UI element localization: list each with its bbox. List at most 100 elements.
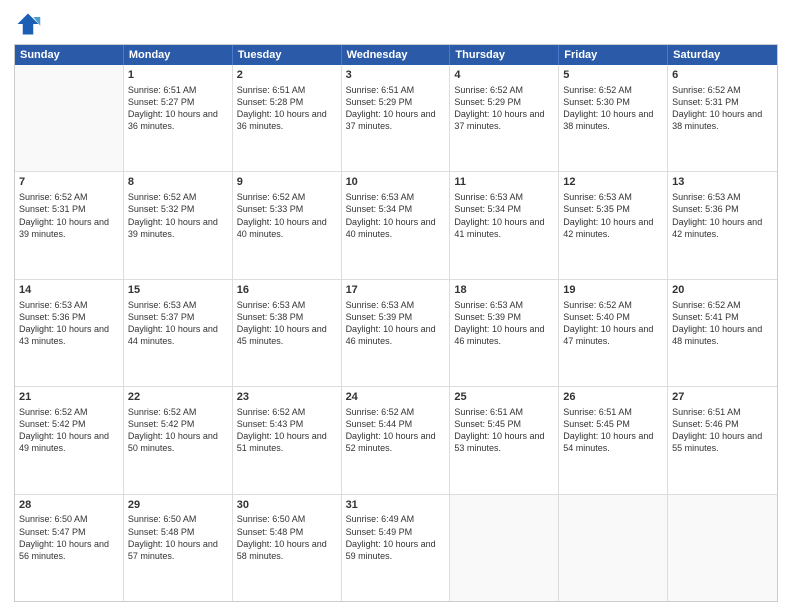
cell-info: Sunrise: 6:51 AM Sunset: 5:45 PM Dayligh… [454, 406, 554, 455]
weekday-header-friday: Friday [559, 45, 668, 65]
calendar-cell: 27Sunrise: 6:51 AM Sunset: 5:46 PM Dayli… [668, 387, 777, 493]
calendar-cell: 3Sunrise: 6:51 AM Sunset: 5:29 PM Daylig… [342, 65, 451, 171]
day-number: 11 [454, 175, 554, 190]
cell-info: Sunrise: 6:51 AM Sunset: 5:45 PM Dayligh… [563, 406, 663, 455]
cell-info: Sunrise: 6:52 AM Sunset: 5:42 PM Dayligh… [19, 406, 119, 455]
day-number: 26 [563, 390, 663, 405]
day-number: 7 [19, 175, 119, 190]
cell-info: Sunrise: 6:50 AM Sunset: 5:47 PM Dayligh… [19, 513, 119, 562]
day-number: 2 [237, 68, 337, 83]
calendar-cell: 28Sunrise: 6:50 AM Sunset: 5:47 PM Dayli… [15, 495, 124, 601]
cell-info: Sunrise: 6:51 AM Sunset: 5:28 PM Dayligh… [237, 84, 337, 133]
calendar-cell: 17Sunrise: 6:53 AM Sunset: 5:39 PM Dayli… [342, 280, 451, 386]
logo-icon [14, 10, 42, 38]
day-number: 20 [672, 283, 773, 298]
calendar-cell [668, 495, 777, 601]
calendar-cell: 24Sunrise: 6:52 AM Sunset: 5:44 PM Dayli… [342, 387, 451, 493]
day-number: 14 [19, 283, 119, 298]
calendar-cell [450, 495, 559, 601]
calendar-cell: 22Sunrise: 6:52 AM Sunset: 5:42 PM Dayli… [124, 387, 233, 493]
cell-info: Sunrise: 6:51 AM Sunset: 5:46 PM Dayligh… [672, 406, 773, 455]
cell-info: Sunrise: 6:53 AM Sunset: 5:37 PM Dayligh… [128, 299, 228, 348]
cell-info: Sunrise: 6:52 AM Sunset: 5:40 PM Dayligh… [563, 299, 663, 348]
cell-info: Sunrise: 6:52 AM Sunset: 5:32 PM Dayligh… [128, 191, 228, 240]
cell-info: Sunrise: 6:52 AM Sunset: 5:31 PM Dayligh… [672, 84, 773, 133]
calendar-cell: 31Sunrise: 6:49 AM Sunset: 5:49 PM Dayli… [342, 495, 451, 601]
day-number: 19 [563, 283, 663, 298]
day-number: 15 [128, 283, 228, 298]
day-number: 12 [563, 175, 663, 190]
weekday-header-saturday: Saturday [668, 45, 777, 65]
calendar-cell: 18Sunrise: 6:53 AM Sunset: 5:39 PM Dayli… [450, 280, 559, 386]
calendar-cell: 16Sunrise: 6:53 AM Sunset: 5:38 PM Dayli… [233, 280, 342, 386]
cell-info: Sunrise: 6:52 AM Sunset: 5:30 PM Dayligh… [563, 84, 663, 133]
calendar-cell: 14Sunrise: 6:53 AM Sunset: 5:36 PM Dayli… [15, 280, 124, 386]
day-number: 28 [19, 498, 119, 513]
cell-info: Sunrise: 6:53 AM Sunset: 5:36 PM Dayligh… [672, 191, 773, 240]
calendar-cell: 12Sunrise: 6:53 AM Sunset: 5:35 PM Dayli… [559, 172, 668, 278]
day-number: 27 [672, 390, 773, 405]
cell-info: Sunrise: 6:50 AM Sunset: 5:48 PM Dayligh… [237, 513, 337, 562]
weekday-header-thursday: Thursday [450, 45, 559, 65]
day-number: 4 [454, 68, 554, 83]
calendar-row-4: 21Sunrise: 6:52 AM Sunset: 5:42 PM Dayli… [15, 387, 777, 494]
day-number: 1 [128, 68, 228, 83]
calendar-row-3: 14Sunrise: 6:53 AM Sunset: 5:36 PM Dayli… [15, 280, 777, 387]
cell-info: Sunrise: 6:53 AM Sunset: 5:35 PM Dayligh… [563, 191, 663, 240]
calendar-cell: 8Sunrise: 6:52 AM Sunset: 5:32 PM Daylig… [124, 172, 233, 278]
calendar-cell: 20Sunrise: 6:52 AM Sunset: 5:41 PM Dayli… [668, 280, 777, 386]
cell-info: Sunrise: 6:52 AM Sunset: 5:41 PM Dayligh… [672, 299, 773, 348]
calendar: SundayMondayTuesdayWednesdayThursdayFrid… [14, 44, 778, 602]
calendar-cell [559, 495, 668, 601]
calendar-body: 1Sunrise: 6:51 AM Sunset: 5:27 PM Daylig… [15, 65, 777, 601]
weekday-header-wednesday: Wednesday [342, 45, 451, 65]
page-header [14, 10, 778, 38]
logo [14, 10, 46, 38]
day-number: 29 [128, 498, 228, 513]
calendar-cell: 25Sunrise: 6:51 AM Sunset: 5:45 PM Dayli… [450, 387, 559, 493]
weekday-header-sunday: Sunday [15, 45, 124, 65]
cell-info: Sunrise: 6:53 AM Sunset: 5:39 PM Dayligh… [346, 299, 446, 348]
cell-info: Sunrise: 6:51 AM Sunset: 5:29 PM Dayligh… [346, 84, 446, 133]
cell-info: Sunrise: 6:52 AM Sunset: 5:33 PM Dayligh… [237, 191, 337, 240]
day-number: 22 [128, 390, 228, 405]
calendar-row-2: 7Sunrise: 6:52 AM Sunset: 5:31 PM Daylig… [15, 172, 777, 279]
calendar-cell: 23Sunrise: 6:52 AM Sunset: 5:43 PM Dayli… [233, 387, 342, 493]
day-number: 24 [346, 390, 446, 405]
calendar-cell: 1Sunrise: 6:51 AM Sunset: 5:27 PM Daylig… [124, 65, 233, 171]
calendar-cell: 11Sunrise: 6:53 AM Sunset: 5:34 PM Dayli… [450, 172, 559, 278]
day-number: 8 [128, 175, 228, 190]
calendar-cell: 9Sunrise: 6:52 AM Sunset: 5:33 PM Daylig… [233, 172, 342, 278]
day-number: 21 [19, 390, 119, 405]
day-number: 3 [346, 68, 446, 83]
calendar-header: SundayMondayTuesdayWednesdayThursdayFrid… [15, 45, 777, 65]
cell-info: Sunrise: 6:53 AM Sunset: 5:34 PM Dayligh… [454, 191, 554, 240]
calendar-cell: 7Sunrise: 6:52 AM Sunset: 5:31 PM Daylig… [15, 172, 124, 278]
calendar-row-1: 1Sunrise: 6:51 AM Sunset: 5:27 PM Daylig… [15, 65, 777, 172]
day-number: 6 [672, 68, 773, 83]
calendar-cell: 19Sunrise: 6:52 AM Sunset: 5:40 PM Dayli… [559, 280, 668, 386]
day-number: 18 [454, 283, 554, 298]
day-number: 23 [237, 390, 337, 405]
cell-info: Sunrise: 6:53 AM Sunset: 5:34 PM Dayligh… [346, 191, 446, 240]
calendar-cell: 15Sunrise: 6:53 AM Sunset: 5:37 PM Dayli… [124, 280, 233, 386]
day-number: 30 [237, 498, 337, 513]
calendar-cell: 10Sunrise: 6:53 AM Sunset: 5:34 PM Dayli… [342, 172, 451, 278]
calendar-cell: 26Sunrise: 6:51 AM Sunset: 5:45 PM Dayli… [559, 387, 668, 493]
weekday-header-tuesday: Tuesday [233, 45, 342, 65]
day-number: 5 [563, 68, 663, 83]
cell-info: Sunrise: 6:52 AM Sunset: 5:44 PM Dayligh… [346, 406, 446, 455]
cell-info: Sunrise: 6:52 AM Sunset: 5:42 PM Dayligh… [128, 406, 228, 455]
day-number: 31 [346, 498, 446, 513]
calendar-cell: 13Sunrise: 6:53 AM Sunset: 5:36 PM Dayli… [668, 172, 777, 278]
cell-info: Sunrise: 6:53 AM Sunset: 5:36 PM Dayligh… [19, 299, 119, 348]
cell-info: Sunrise: 6:49 AM Sunset: 5:49 PM Dayligh… [346, 513, 446, 562]
calendar-cell: 29Sunrise: 6:50 AM Sunset: 5:48 PM Dayli… [124, 495, 233, 601]
day-number: 13 [672, 175, 773, 190]
calendar-cell: 6Sunrise: 6:52 AM Sunset: 5:31 PM Daylig… [668, 65, 777, 171]
cell-info: Sunrise: 6:52 AM Sunset: 5:43 PM Dayligh… [237, 406, 337, 455]
day-number: 9 [237, 175, 337, 190]
calendar-row-5: 28Sunrise: 6:50 AM Sunset: 5:47 PM Dayli… [15, 495, 777, 601]
calendar-cell: 21Sunrise: 6:52 AM Sunset: 5:42 PM Dayli… [15, 387, 124, 493]
day-number: 25 [454, 390, 554, 405]
